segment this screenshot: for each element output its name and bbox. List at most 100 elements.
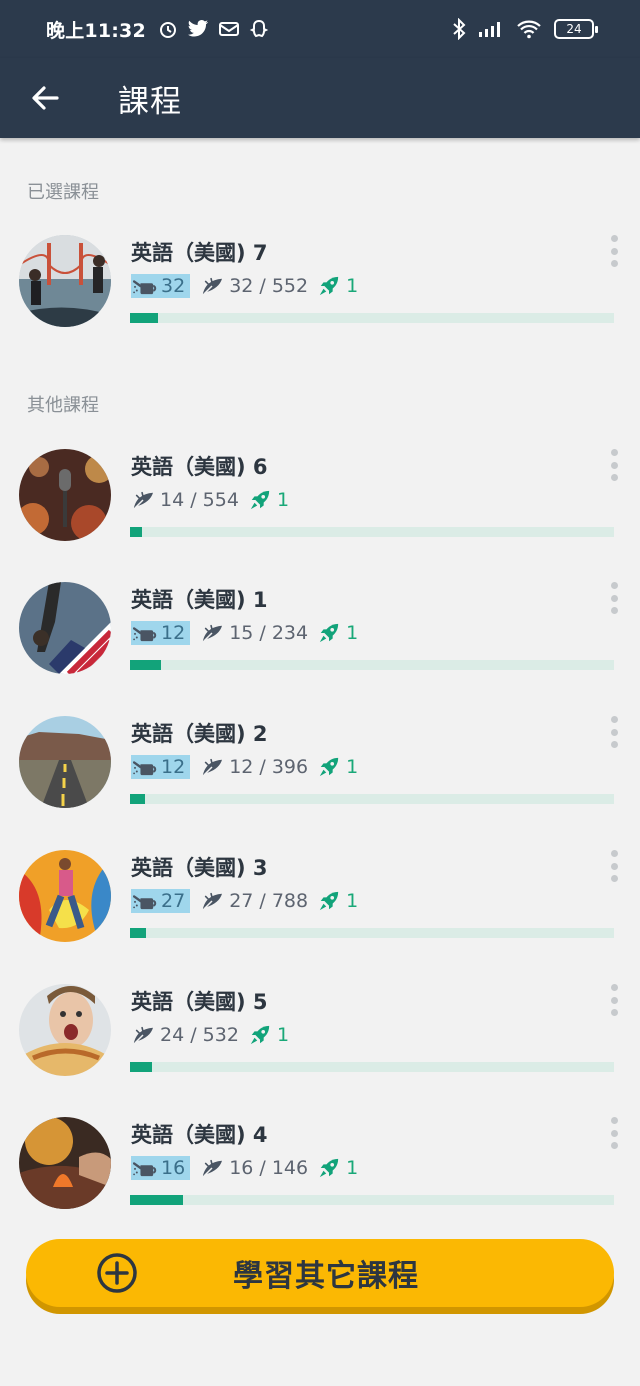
learned-value: 32 / 552 [229, 275, 309, 297]
bluetooth-icon [453, 18, 466, 40]
course-name: 英語（美國) 6 [131, 455, 268, 479]
progress-fill [130, 794, 145, 804]
watering-badge: 12 [131, 621, 191, 645]
more-options-button[interactable] [604, 982, 624, 1018]
course-card[interactable]: 英語（美國) 2 12 12 / 396 1 [0, 716, 640, 826]
course-card[interactable]: 英語（美國) 3 27 27 / 788 1 [0, 850, 640, 960]
back-button[interactable] [0, 58, 90, 138]
boost-value: 1 [346, 756, 359, 778]
course-thumbnail [19, 235, 111, 327]
more-options-button[interactable] [604, 233, 624, 269]
watering-can-icon [133, 623, 157, 643]
snapchat-icon [249, 19, 269, 38]
boost-count: 1 [249, 489, 289, 511]
seed-icon [200, 623, 224, 643]
course-thumbnail [19, 449, 111, 541]
course-thumbnail [19, 1117, 111, 1209]
boost-value: 1 [276, 1024, 290, 1046]
seed-icon [200, 891, 224, 911]
seed-icon [131, 490, 155, 510]
progress-fill [130, 313, 159, 323]
watering-badge: 16 [131, 1156, 191, 1180]
status-right-icons: 24 [452, 18, 598, 40]
more-options-button[interactable] [604, 714, 624, 750]
page-title: 課程 [118, 83, 182, 120]
boost-value: 1 [346, 890, 359, 912]
wifi-icon [517, 20, 541, 39]
battery-level: 24 [566, 22, 582, 36]
more-options-button[interactable] [604, 848, 624, 884]
rocket-icon [318, 1157, 340, 1179]
watering-count: 27 [161, 890, 186, 912]
course-name: 英語（美國) 2 [131, 722, 268, 746]
rocket-icon [318, 756, 340, 778]
course-name: 英語（美國) 7 [131, 241, 268, 265]
app-bar: 課程 [0, 58, 640, 138]
course-stats: 14 / 554 1 [131, 487, 289, 513]
rocket-icon [318, 275, 340, 297]
course-stats: 16 16 / 146 1 [131, 1155, 358, 1181]
course-stats: 12 12 / 396 1 [131, 754, 358, 780]
course-name: 英語（美國) 3 [131, 856, 268, 880]
learned-value: 14 / 554 [160, 489, 239, 511]
learned-count: 27 / 788 [200, 890, 308, 912]
progress-fill [130, 660, 161, 670]
course-name: 英語（美國) 5 [131, 990, 268, 1014]
watering-can-icon [133, 1158, 157, 1178]
progress-bar [130, 1062, 614, 1072]
boost-count: 1 [318, 622, 358, 644]
alarm-icon [159, 22, 176, 38]
boost-count: 1 [318, 756, 358, 778]
boost-value: 1 [346, 1157, 359, 1179]
progress-bar [130, 313, 614, 323]
more-options-button[interactable] [604, 447, 624, 483]
learned-count: 12 / 396 [200, 756, 308, 778]
watering-count: 32 [161, 275, 186, 297]
progress-bar [130, 928, 614, 938]
course-card-selected[interactable]: 英語（美國) 7 32 32 / 552 1 [0, 235, 640, 345]
course-stats: 12 15 / 234 1 [131, 620, 358, 646]
boost-value: 1 [346, 622, 359, 644]
learned-count: 15 / 234 [200, 622, 308, 644]
watering-badge: 12 [131, 755, 191, 779]
progress-fill [130, 1062, 152, 1072]
battery-icon: 24 [554, 19, 598, 39]
course-name: 英語（美國) 4 [131, 1123, 268, 1147]
learn-other-courses-button[interactable]: 學習其它課程 [26, 1239, 614, 1307]
course-stats: 24 / 532 1 [131, 1022, 289, 1048]
status-left-icons [158, 19, 269, 39]
watering-can-icon [133, 891, 157, 911]
course-card[interactable]: 英語（美國) 4 16 16 / 146 1 [0, 1117, 640, 1227]
watering-count: 12 [161, 756, 186, 778]
signal-icon [479, 22, 500, 37]
progress-bar [130, 794, 614, 804]
progress-bar [130, 527, 614, 537]
learned-value: 15 / 234 [229, 622, 309, 644]
status-bar: 晚上11:32 24 [0, 0, 640, 58]
learned-count: 24 / 532 [131, 1024, 239, 1046]
boost-value: 1 [276, 489, 290, 511]
course-stats: 32 32 / 552 1 [131, 273, 358, 299]
course-stats: 27 27 / 788 1 [131, 888, 358, 914]
boost-value: 1 [346, 275, 359, 297]
progress-fill [130, 928, 147, 938]
course-card[interactable]: 英語（美國) 1 12 15 / 234 1 [0, 582, 640, 692]
boost-count: 1 [318, 1157, 358, 1179]
section-label-selected: 已選課程 [27, 182, 99, 203]
more-options-button[interactable] [604, 580, 624, 616]
learned-count: 32 / 552 [200, 275, 308, 297]
watering-count: 12 [161, 622, 186, 644]
learned-value: 16 / 146 [229, 1157, 309, 1179]
seed-icon [131, 1025, 155, 1045]
more-options-button[interactable] [604, 1115, 624, 1151]
status-time: 晚上11:32 [46, 19, 146, 42]
course-card[interactable]: 英語（美國) 5 24 / 532 1 [0, 984, 640, 1094]
seed-icon [200, 1158, 224, 1178]
watering-badge: 27 [131, 889, 191, 913]
section-label-other: 其他課程 [27, 395, 99, 416]
plus-circle-icon [97, 1253, 137, 1293]
boost-count: 1 [249, 1024, 289, 1046]
progress-bar [130, 1195, 614, 1205]
course-name: 英語（美國) 1 [131, 588, 268, 612]
course-card[interactable]: 英語（美國) 6 14 / 554 1 [0, 449, 640, 559]
